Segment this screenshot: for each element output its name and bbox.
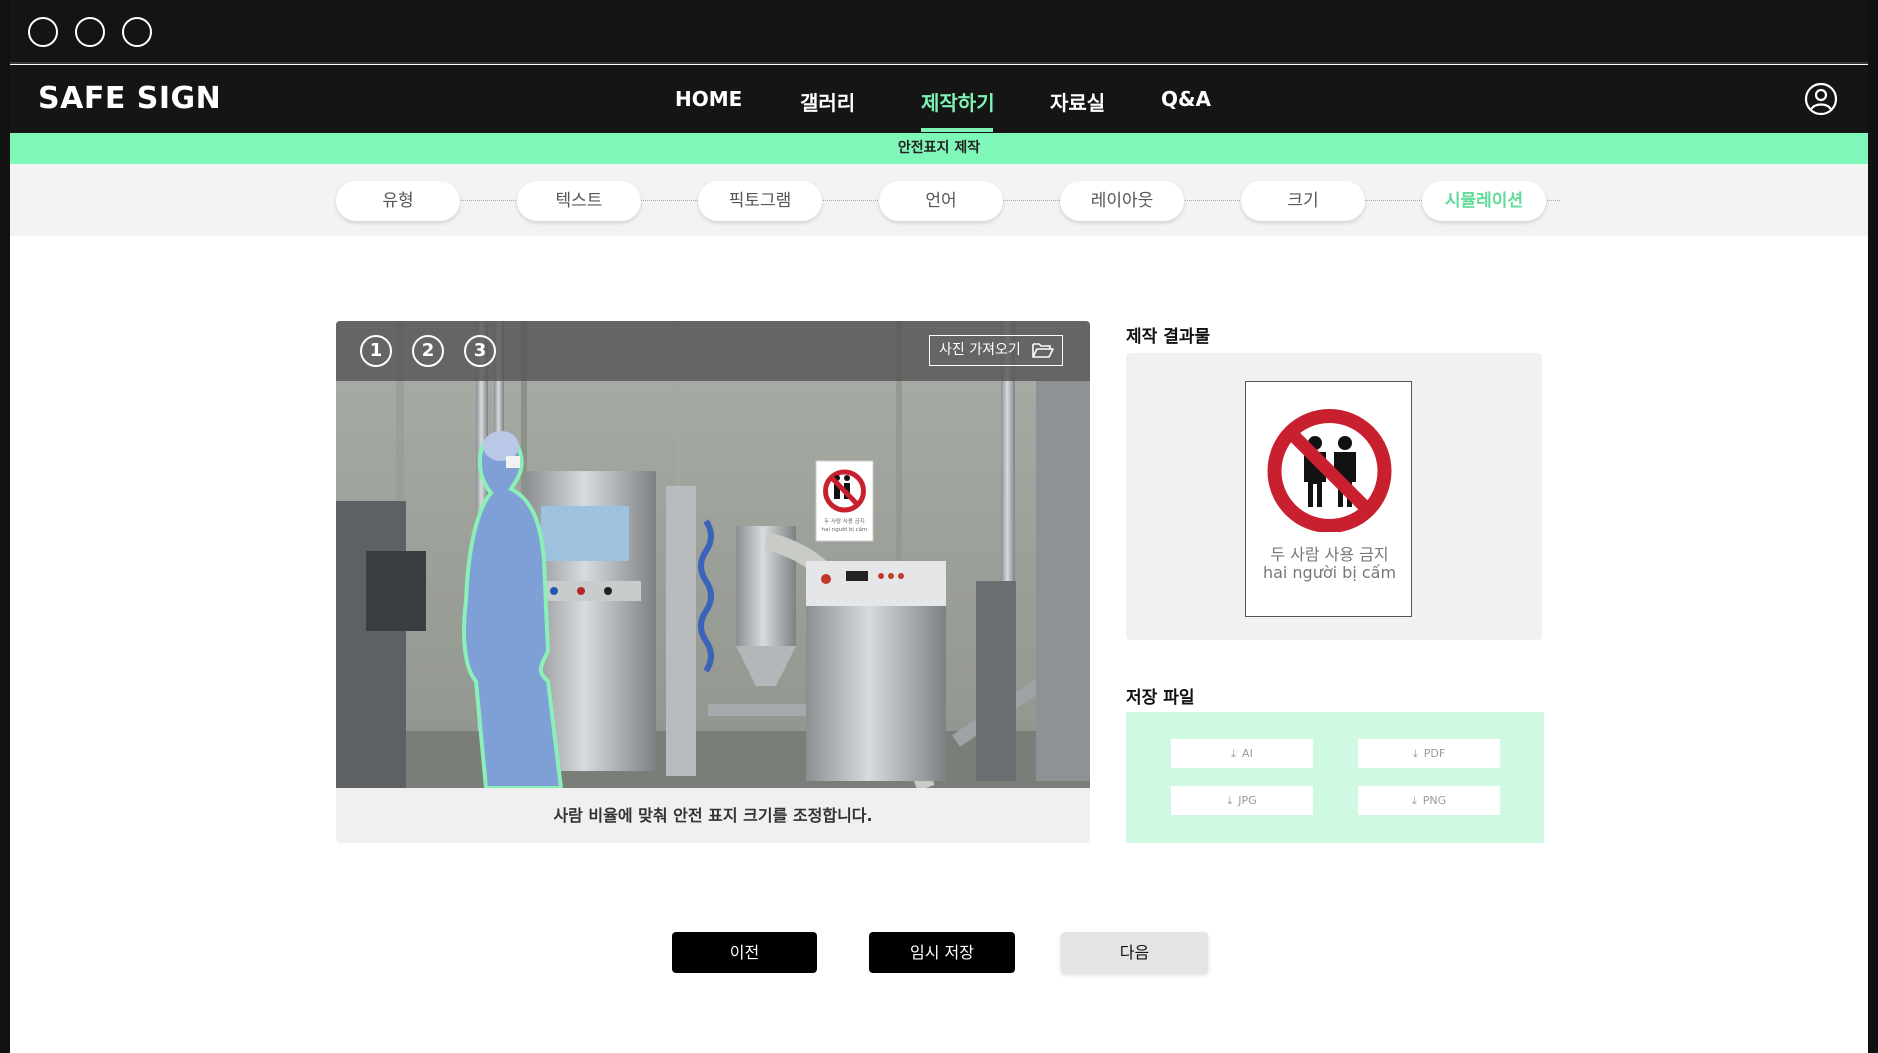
simulation-option-1[interactable]: 1 <box>360 335 392 367</box>
download-icon: ⤓ <box>1227 794 1233 807</box>
simulation-option-3[interactable]: 3 <box>464 335 496 367</box>
download-jpg-label: JPG <box>1238 794 1257 807</box>
mini-sign-line1: 두 사람 사용 금지 <box>824 517 865 525</box>
download-pdf-label: PDF <box>1423 747 1446 760</box>
simulation-preview-panel: 두 사람 사용 금지 hai người bị cấm 1 2 3 사진 가져오… <box>336 321 1090 843</box>
files-section-title: 저장 파일 <box>1126 688 1195 708</box>
top-navbar: SAFE SIGN HOME 갤러리 제작하기 자료실 Q&A <box>10 65 1868 133</box>
sub-header: 안전표지 제작 <box>10 133 1868 164</box>
result-sign-card: 두 사람 사용 금지 hai người bị cấm <box>1245 381 1412 617</box>
nav-gallery[interactable]: 갤러리 <box>800 87 855 116</box>
window-titlebar <box>0 0 1878 64</box>
download-ai-button[interactable]: ⤓ AI <box>1171 739 1313 768</box>
download-jpg-button[interactable]: ⤓ JPG <box>1171 786 1313 815</box>
download-icon: ⤓ <box>1411 794 1417 807</box>
simulation-option-2[interactable]: 2 <box>412 335 444 367</box>
result-section-title: 제작 결과물 <box>1126 327 1211 347</box>
temp-save-button[interactable]: 임시 저장 <box>869 932 1015 973</box>
step-language[interactable]: 언어 <box>879 181 1003 221</box>
step-text[interactable]: 텍스트 <box>517 181 641 221</box>
prev-button[interactable]: 이전 <box>672 932 817 973</box>
result-sign-text-ko: 두 사람 사용 금지 <box>1270 545 1389 564</box>
window-maximize-button[interactable] <box>122 17 152 47</box>
download-pdf-button[interactable]: ⤓ PDF <box>1358 739 1500 768</box>
browser-frame: SAFE SIGN HOME 갤러리 제작하기 자료실 Q&A 안전표지 제작 … <box>0 0 1878 1053</box>
frame-border-left <box>0 0 10 1053</box>
window-minimize-button[interactable] <box>75 17 105 47</box>
user-account-icon[interactable] <box>1804 82 1838 116</box>
result-sign-text-vi: hai người bị cấm <box>1262 563 1397 582</box>
download-icon: ⤓ <box>1231 747 1237 760</box>
import-photo-button[interactable]: 사진 가져오기 <box>929 335 1063 366</box>
folder-open-icon <box>1032 343 1054 358</box>
step-type[interactable]: 유형 <box>336 181 460 221</box>
step-size[interactable]: 크기 <box>1241 181 1365 221</box>
file-download-panel: ⤓ AI ⤓ PDF ⤓ JPG ⤓ PNG <box>1126 712 1544 843</box>
result-panel: 두 사람 사용 금지 hai người bị cấm <box>1126 353 1542 640</box>
step-pictogram[interactable]: 픽토그램 <box>698 181 822 221</box>
download-png-label: PNG <box>1422 794 1447 807</box>
nav-active-indicator <box>921 128 993 132</box>
next-button[interactable]: 다음 <box>1061 932 1208 973</box>
step-layout[interactable]: 레이아웃 <box>1060 181 1184 221</box>
nav-create[interactable]: 제작하기 <box>921 87 995 116</box>
app-logo[interactable]: SAFE SIGN <box>38 81 221 116</box>
import-photo-label: 사진 가져오기 <box>939 342 1021 358</box>
preview-caption: 사람 비율에 맞춰 안전 표지 크기를 조정합니다. <box>553 806 873 825</box>
download-ai-label: AI <box>1242 747 1253 760</box>
no-two-people-prohibition-icon <box>1267 409 1392 532</box>
step-simulation[interactable]: 시뮬레이션 <box>1422 181 1546 221</box>
step-progress-bar: 유형 텍스트 픽토그램 언어 레이아웃 크기 시뮬레이션 <box>10 164 1868 236</box>
mini-sign-line2: hai người bị cấm <box>822 526 868 533</box>
nav-library[interactable]: 자료실 <box>1050 87 1105 116</box>
nav-home[interactable]: HOME <box>675 87 742 111</box>
download-icon: ⤓ <box>1412 747 1418 760</box>
preview-toolbar: 1 2 3 사진 가져오기 <box>336 321 1090 381</box>
download-png-button[interactable]: ⤓ PNG <box>1358 786 1500 815</box>
factory-photo: 두 사람 사용 금지 hai người bị cấm <box>336 321 1090 788</box>
frame-border-right <box>1868 0 1878 1053</box>
nav-qna[interactable]: Q&A <box>1161 87 1211 111</box>
window-close-button[interactable] <box>28 17 58 47</box>
